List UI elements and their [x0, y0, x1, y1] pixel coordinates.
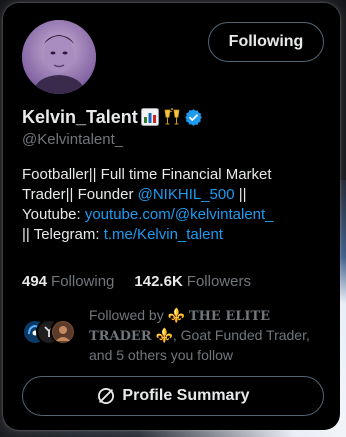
- followed-by-text[interactable]: Followed by ⚜️ THE ELITE TRADER ⚜️, Goat…: [89, 306, 329, 364]
- clinking-glasses-emoji-icon: [162, 107, 182, 127]
- followed-by-prefix: Followed by: [89, 307, 168, 323]
- display-name[interactable]: Kelvin_Talent: [22, 107, 138, 128]
- bio: Footballer|| Full time Financial Market …: [22, 165, 326, 245]
- bar-chart-emoji-icon: [140, 107, 160, 127]
- profile-summary-label: Profile Summary: [122, 387, 250, 404]
- handle[interactable]: @Kelvintalent_: [22, 131, 123, 148]
- bio-text-2: ||: [234, 186, 247, 203]
- following-stat-label: Following: [51, 272, 115, 290]
- profile-summary-button[interactable]: Profile Summary: [22, 376, 324, 416]
- name-row: Kelvin_Talent: [22, 105, 204, 129]
- followers-count: 142.6K: [134, 272, 183, 290]
- followers-stat-label: Followers: [186, 272, 251, 290]
- bio-youtube-label: Youtube:: [22, 206, 85, 223]
- bio-telegram-label: || Telegram:: [22, 226, 104, 243]
- following-stat[interactable]: 494 Following: [22, 273, 114, 290]
- telegram-link[interactable]: t.me/Kelvin_talent: [104, 226, 223, 243]
- verified-badge-icon[interactable]: [184, 107, 204, 127]
- followed-by-avatars[interactable]: [22, 318, 78, 348]
- followers-stat[interactable]: 142.6K Followers: [134, 273, 251, 290]
- mention-link[interactable]: @NIKHIL_500: [138, 186, 235, 203]
- avatar[interactable]: [22, 20, 96, 94]
- following-button-label: Following: [228, 33, 304, 50]
- profile-hover-card: Following Kelvin_Talent @Kelvintalent_ F…: [3, 3, 340, 430]
- youtube-link[interactable]: youtube.com/@kelvintalent_: [85, 206, 274, 223]
- stats-row: 494 Following 142.6K Followers: [22, 271, 251, 291]
- fleur-de-lis-icon: ⚜️: [167, 307, 186, 323]
- profile-photo-icon: [22, 20, 96, 94]
- follower-avatar-3: [50, 319, 76, 345]
- following-count: 494: [22, 272, 48, 290]
- following-button[interactable]: Following: [208, 22, 324, 62]
- person-photo-icon: [53, 322, 73, 342]
- fleur-de-lis-icon-2: ⚜️: [155, 327, 173, 343]
- no-entry-sign-icon: [98, 388, 115, 404]
